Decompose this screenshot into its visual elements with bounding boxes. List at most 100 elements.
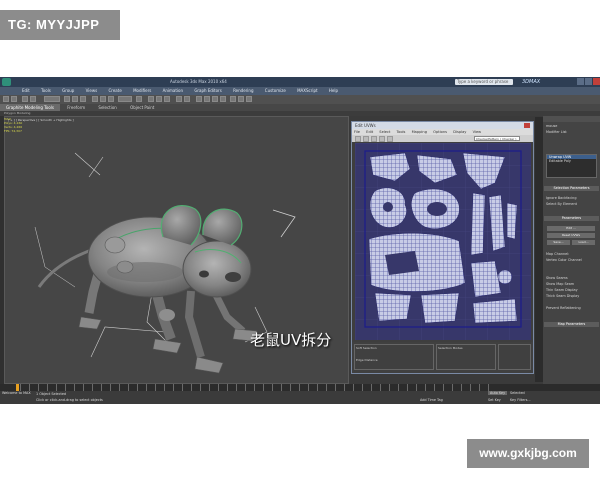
scale-icon[interactable] [108, 96, 114, 102]
rollout-map-parameters[interactable]: Map Parameters [544, 322, 599, 327]
option-prevent-reflattening[interactable]: Prevent Reflattening [546, 306, 581, 310]
viewport-stats: Total Polys: 4,160 Verts: 4,266 FPS: 74,… [4, 117, 32, 177]
uv-freeform-icon[interactable] [379, 136, 385, 142]
rollout-selection-parameters[interactable]: Selection Parameters [544, 186, 599, 191]
menu-edit[interactable]: Edit [22, 87, 30, 95]
uv-window-title[interactable]: Edit UVWs [352, 122, 533, 129]
link-icon[interactable] [22, 96, 28, 102]
tab-selection[interactable]: Selection [92, 104, 122, 111]
rollout-parameters[interactable]: Parameters [544, 216, 599, 221]
option-thick-seam[interactable]: Thick Seam Display [546, 294, 579, 298]
brand-logo: 3DMAX [522, 79, 541, 85]
menu-graph-editors[interactable]: Graph Editors [194, 87, 221, 95]
set-key-button[interactable]: Set Key [488, 398, 501, 402]
auto-key-button[interactable]: Auto Key [488, 391, 508, 395]
command-panel-tabs[interactable] [543, 116, 600, 122]
option-select-by-element[interactable]: Select By Element [546, 202, 577, 206]
selection-modes-label: Selection Modes [438, 346, 463, 350]
uv-scale-icon[interactable] [371, 136, 377, 142]
menu-maxscript[interactable]: MAXScript [297, 87, 318, 95]
maxscript-listener[interactable]: Welcome to MAX [2, 391, 31, 395]
stack-item-editable-poly[interactable]: Editable Poly [547, 159, 596, 163]
menu-help[interactable]: Help [329, 87, 338, 95]
unlink-icon[interactable] [30, 96, 36, 102]
save-button[interactable]: Save... [547, 240, 570, 245]
add-time-tag[interactable]: Add Time Tag [420, 398, 443, 402]
menu-animation[interactable]: Animation [163, 87, 183, 95]
option-ignore-backfacing[interactable]: Ignore Backfacing [546, 196, 576, 200]
app-window: Autodesk 3ds Max 2010 x64 Type a keyword… [0, 77, 600, 404]
main-toolbar [0, 95, 600, 104]
watermark-top: TG: MYYJJPP [0, 10, 120, 40]
caption-text: 老鼠UV拆分 [250, 331, 332, 349]
menu-views[interactable]: Views [86, 87, 98, 95]
uv-rotate-icon[interactable] [363, 136, 369, 142]
edit-button[interactable]: Edit ... [547, 226, 595, 231]
menu-group[interactable]: Group [62, 87, 74, 95]
tab-freeform[interactable]: Freeform [61, 104, 91, 111]
layer-manager-icon[interactable] [196, 96, 202, 102]
render-setup-icon[interactable] [230, 96, 236, 102]
edit-uvws-window: Edit UVWs File Edit Select Tools Mapping… [351, 121, 534, 374]
soft-selection-label: Soft Selection [356, 346, 377, 350]
pivot-icon[interactable] [136, 96, 142, 102]
schematic-view-icon[interactable] [212, 96, 218, 102]
menu-customize[interactable]: Customize [265, 87, 286, 95]
uv-move-icon[interactable] [355, 136, 361, 142]
menu-tools[interactable]: Tools [41, 87, 51, 95]
help-search-input[interactable]: Type a keyword or phrase [455, 79, 513, 85]
maximize-icon[interactable] [585, 78, 592, 85]
edge-distance-label[interactable]: Edge Distance [356, 358, 432, 362]
option-show-seams[interactable]: Show Seams [546, 276, 568, 280]
key-filters-button[interactable]: Key Filters... [510, 398, 531, 402]
material-editor-icon[interactable] [220, 96, 226, 102]
checker-pattern-dropdown[interactable]: CheckerPattern ( Checker ) [474, 136, 520, 141]
snap-icon[interactable] [148, 96, 154, 102]
vertex-color-option[interactable]: Vertex Color Channel [546, 258, 582, 262]
menu-modifiers[interactable]: Modifiers [133, 87, 151, 95]
load-button[interactable]: Load... [572, 240, 595, 245]
option-show-map-seam[interactable]: Show Map Seam [546, 282, 574, 286]
rotate-icon[interactable] [100, 96, 106, 102]
reset-uvws-button[interactable]: Reset UVWs [547, 233, 595, 238]
uv-close-icon[interactable] [524, 123, 530, 128]
uv-options-section [498, 344, 531, 370]
menu-rendering[interactable]: Rendering [233, 87, 253, 95]
title-bar: Autodesk 3ds Max 2010 x64 Type a keyword… [0, 77, 600, 87]
modifier-list-dropdown[interactable]: Modifier List [546, 130, 567, 134]
watermark-bottom: www.gxkjbg.com [467, 439, 589, 468]
app-logo-icon[interactable] [2, 78, 11, 86]
object-name-field[interactable]: mouse [546, 124, 557, 128]
angle-snap-icon[interactable] [156, 96, 162, 102]
percent-snap-icon[interactable] [164, 96, 170, 102]
uv-mirror-icon[interactable] [387, 136, 393, 142]
stats-fps: FPS: 74,307 [4, 129, 22, 133]
selection-filter-dropdown[interactable] [44, 96, 60, 102]
uv-layout-canvas[interactable] [355, 143, 531, 340]
menu-bar: Edit Tools Group Views Create Modifiers … [0, 87, 600, 95]
modifier-stack[interactable]: Unwrap UVW Editable Poly [546, 154, 597, 178]
move-icon[interactable] [92, 96, 98, 102]
menu-create[interactable]: Create [109, 87, 122, 95]
select-by-name-icon[interactable] [72, 96, 78, 102]
reference-coordinate-dropdown[interactable] [118, 96, 132, 102]
align-icon[interactable] [184, 96, 190, 102]
command-panel-strip [535, 117, 543, 382]
minimize-icon[interactable] [577, 78, 584, 85]
mirror-icon[interactable] [176, 96, 182, 102]
redo-icon[interactable] [11, 96, 17, 102]
selected-dropdown[interactable]: Selected [510, 391, 525, 395]
close-icon[interactable] [593, 78, 600, 85]
tab-object-paint[interactable]: Object Paint [124, 104, 160, 111]
render-frame-icon[interactable] [238, 96, 244, 102]
option-thin-seam[interactable]: Thin Seam Display [546, 288, 578, 292]
soft-selection-section: Soft Selection Edge Distance [354, 344, 434, 370]
rectangular-selection-icon[interactable] [80, 96, 86, 102]
tab-graphite-modeling-tools[interactable]: Graphite Modeling Tools [0, 104, 61, 111]
select-object-icon[interactable] [64, 96, 70, 102]
time-slider[interactable] [0, 384, 600, 391]
quick-render-icon[interactable] [246, 96, 252, 102]
curve-editor-icon[interactable] [204, 96, 210, 102]
time-slider-handle[interactable] [16, 384, 19, 391]
undo-icon[interactable] [3, 96, 9, 102]
